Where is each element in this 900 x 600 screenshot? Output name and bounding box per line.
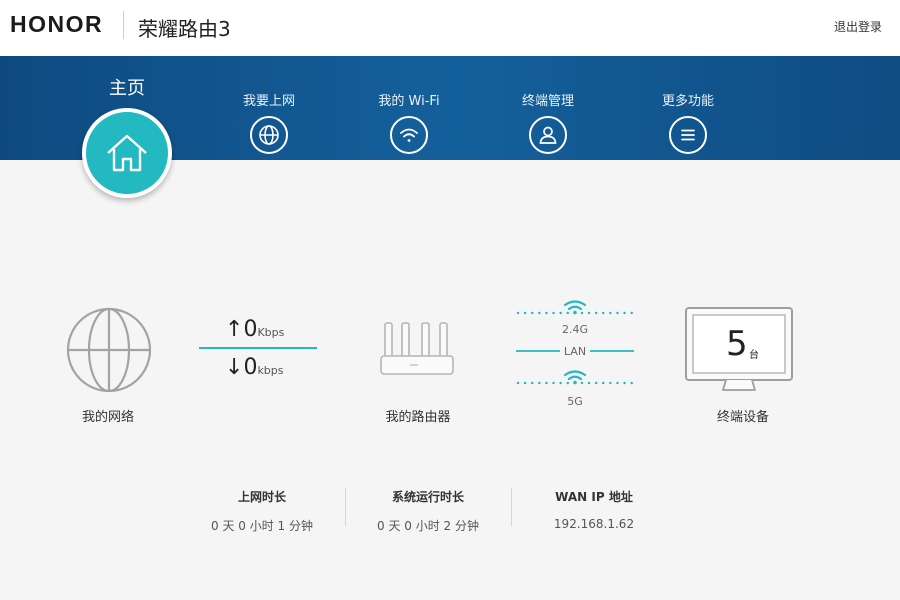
download-unit: kbps: [257, 364, 284, 377]
stat-value: 0 天 0 小时 2 分钟: [377, 519, 479, 533]
nav-item-wifi[interactable]: 我的 Wi-Fi: [349, 56, 469, 154]
tab-home-label: 主页: [109, 78, 145, 99]
upload-arrow-icon: ↑: [225, 317, 244, 342]
band-24g-label: 2.4G: [561, 323, 589, 336]
product-title: 荣耀路由3: [138, 17, 231, 41]
stat-online-time: 上网时长 0 天 0 小时 1 分钟: [187, 488, 337, 534]
wifi-icon: [390, 116, 428, 154]
devices-label: 终端设备: [716, 410, 769, 425]
logout-link[interactable]: 退出登录: [834, 18, 882, 35]
stat-value: 192.168.1.62: [553, 517, 635, 531]
globe-icon: [250, 116, 288, 154]
my-router-label: 我的路由器: [385, 410, 451, 425]
nav-item-more[interactable]: 更多功能: [628, 56, 748, 154]
stat-wan-ip: WAN IP 地址 192.168.1.62: [519, 488, 669, 531]
device-count: 5: [726, 324, 748, 364]
stat-title: WAN IP 地址: [555, 490, 633, 504]
connection-line: [199, 347, 317, 349]
upload-value: 0: [243, 317, 258, 342]
nav-item-devices[interactable]: 终端管理: [488, 56, 608, 154]
download-speed: ↓0kbps: [225, 355, 284, 380]
device-unit: 台: [749, 350, 759, 361]
download-value: 0: [243, 355, 258, 380]
download-arrow-icon: ↓: [225, 355, 244, 380]
user-icon: [529, 116, 567, 154]
band-lan-label: LAN: [563, 345, 587, 358]
nav-item-label: 终端管理: [521, 94, 574, 109]
stat-divider: [345, 488, 346, 526]
upload-unit: Kbps: [257, 326, 285, 339]
nav-item-label: 更多功能: [661, 94, 714, 109]
home-icon: [107, 134, 147, 172]
stat-title: 系统运行时长: [391, 490, 464, 504]
stat-value: 0 天 0 小时 1 分钟: [211, 519, 313, 533]
tab-home[interactable]: [82, 108, 172, 198]
brand-divider: [123, 11, 124, 39]
band-5g-label: 5G: [567, 395, 583, 408]
nav-item-label: 我的 Wi-Fi: [378, 94, 440, 109]
stat-uptime: 系统运行时长 0 天 0 小时 2 分钟: [353, 488, 503, 534]
stat-title: 上网时长: [237, 490, 286, 504]
honor-logo: HONOR: [10, 11, 104, 37]
my-network-label: 我的网络: [81, 410, 134, 425]
network-globe-icon[interactable]: [65, 306, 153, 394]
stat-divider: [511, 488, 512, 526]
nav-item-label: 我要上网: [242, 94, 295, 109]
nav-item-internet[interactable]: 我要上网: [209, 56, 329, 154]
router-icon[interactable]: [378, 320, 456, 378]
header: HONOR 荣耀路由3 退出登录: [0, 0, 900, 56]
upload-speed: ↑0Kbps: [225, 317, 284, 342]
menu-icon: [669, 116, 707, 154]
